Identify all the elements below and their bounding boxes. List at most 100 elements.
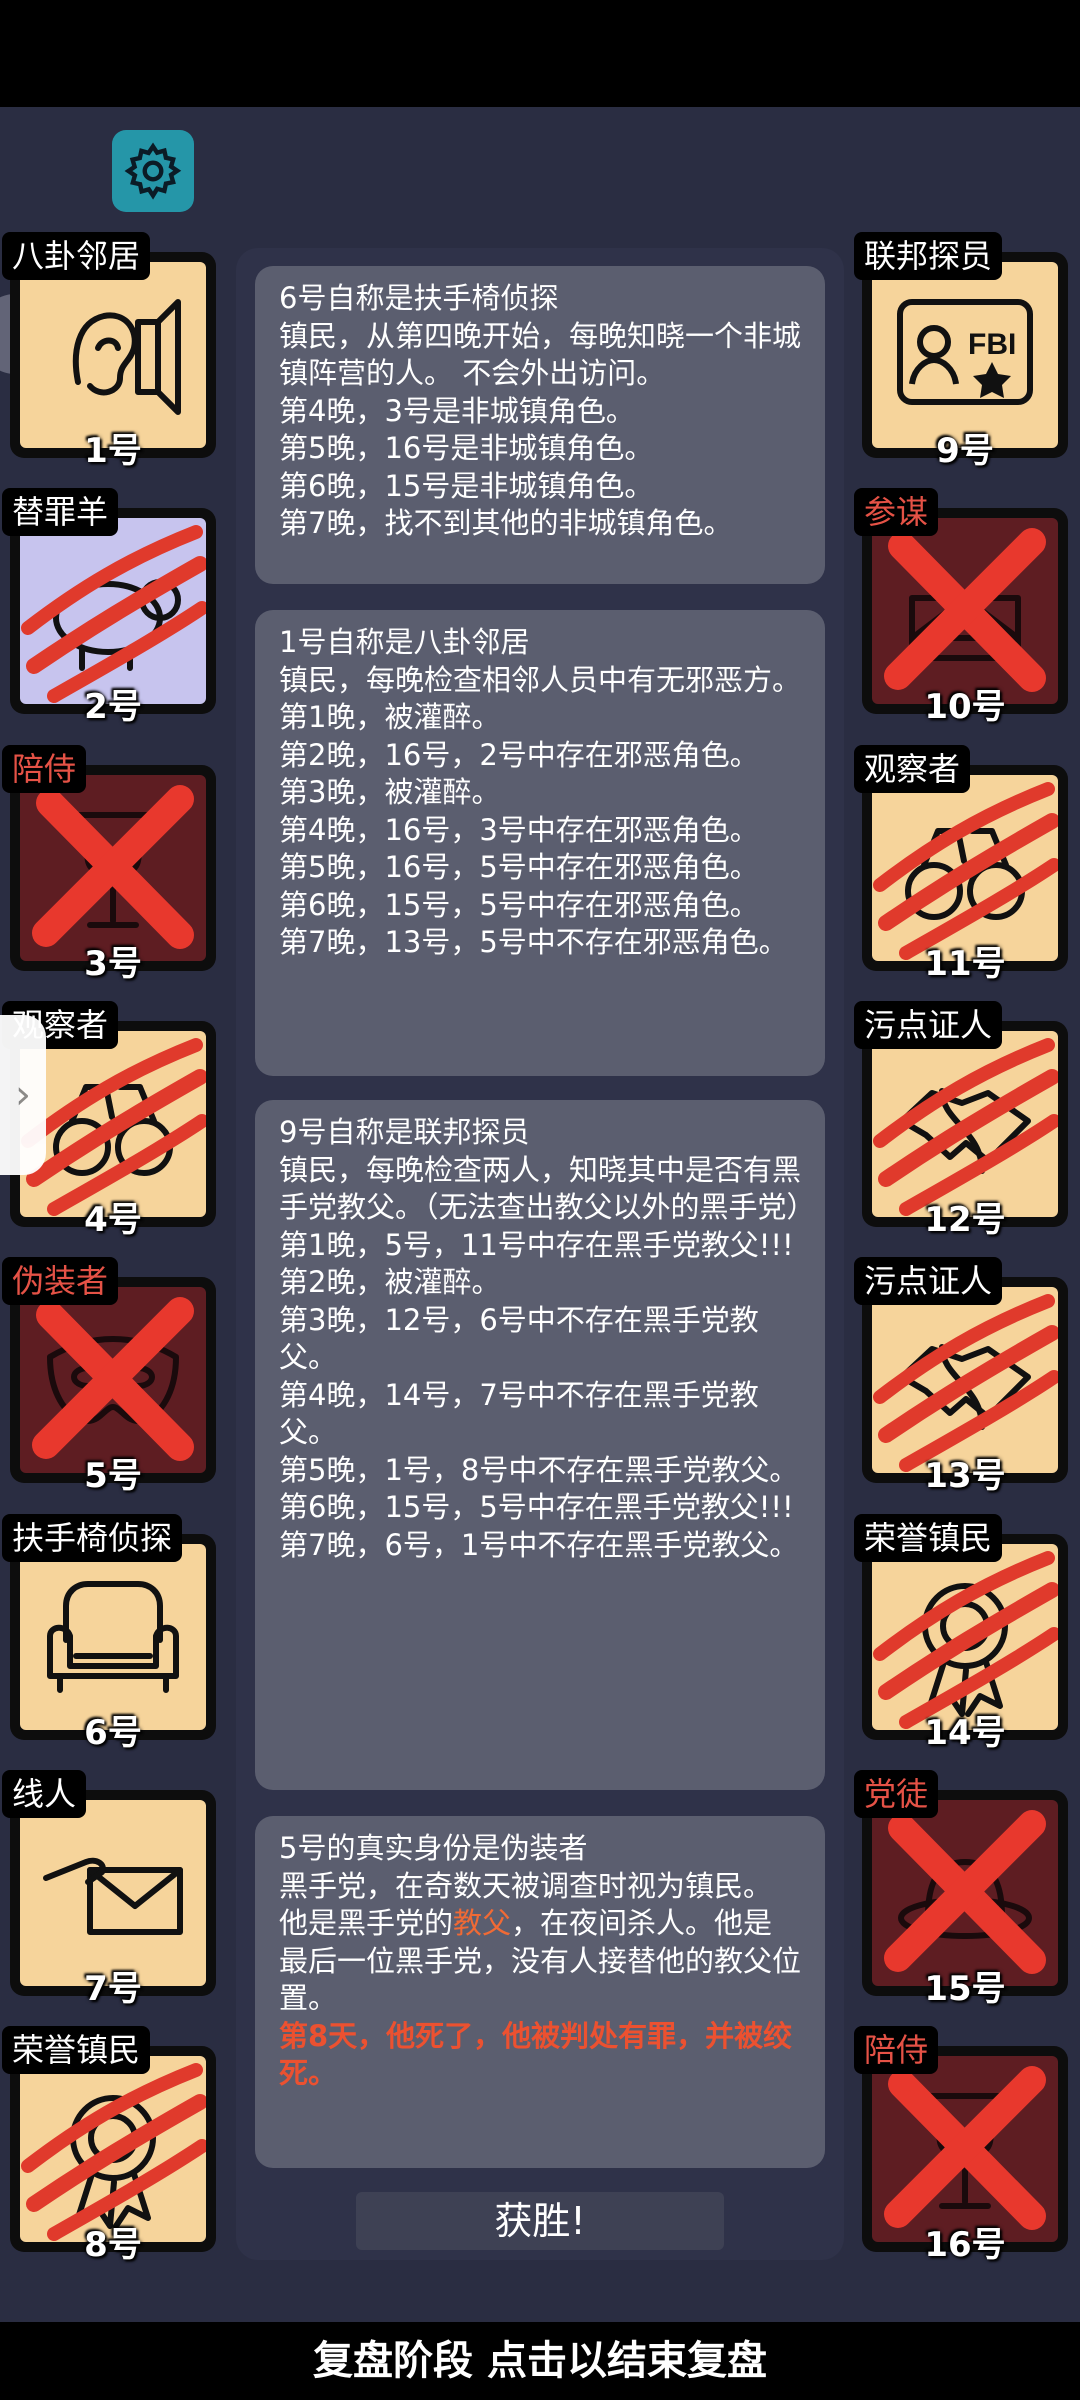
message-line: 镇民，每晚检查相邻人员中有无邪恶方。	[279, 662, 802, 697]
role-portrait	[20, 1287, 206, 1473]
player-number: 16号	[924, 2225, 1006, 2265]
settings-button[interactable]	[112, 130, 194, 212]
sheep-icon	[53, 579, 181, 671]
message-title: 1号自称是八卦邻居	[279, 625, 530, 659]
role-label: 八卦邻居	[2, 232, 151, 280]
role-portrait	[20, 518, 206, 704]
message-line: 第7晚，13号，5号中不存在邪恶角色。	[279, 925, 788, 959]
chevron-right-icon: ›	[15, 1072, 31, 1118]
player-card[interactable]: 线人 7号	[2, 1770, 216, 2009]
player-number: 4号	[84, 1200, 142, 1240]
player-number: 15号	[924, 1969, 1006, 2009]
player-number: 7号	[84, 1969, 142, 2009]
message-line: 第6晚，15号，5号中存在黑手党教父!!!	[279, 1490, 794, 1524]
player-number: 12号	[924, 1200, 1006, 1240]
hat-icon	[898, 1859, 1032, 1939]
role-label: 参谋	[854, 488, 939, 536]
message-line: 第3晚，被灌醉。	[279, 775, 501, 809]
message-line: 镇民，每晚检查两人，知晓其中是否有黑手党教父。（无法查出教父以外的黑手党）	[279, 1152, 816, 1225]
message-line: 第4晚，16号，3号中存在邪恶角色。	[279, 812, 759, 847]
player-number: 1号	[84, 431, 142, 471]
role-portrait	[20, 1544, 206, 1730]
claim-message-6: 6号自称是扶手椅侦探 镇民，从第四晚开始，每晚知晓一个非城镇阵营的人。 不会外出…	[255, 266, 825, 584]
player-card[interactable]: 污点证人 12号	[854, 1001, 1068, 1240]
role-portrait	[872, 1287, 1058, 1473]
handshake-icon	[899, 1088, 1031, 1174]
player-card[interactable]: 荣誉镇民 14号	[854, 1514, 1068, 1753]
message-line: 第1晚，5号，11号中存在黑手党教父!!!	[279, 1227, 794, 1262]
message-line: 第4晚，3号是非城镇角色。	[279, 393, 635, 428]
role-label: 线人	[2, 1770, 87, 1818]
message-line: 第4晚，14号，7号中不存在黑手党教父。	[279, 1377, 759, 1450]
victory-label: 获胜!	[356, 2192, 724, 2250]
player-number: 8号	[84, 2225, 142, 2265]
goblet-icon	[77, 812, 149, 928]
player-number: 11号	[924, 944, 1006, 984]
message-line: 第2晚，16号，2号中存在邪恶角色。	[279, 737, 759, 772]
player-number: 13号	[924, 1456, 1006, 1496]
mask-icon	[47, 1336, 179, 1424]
player-card[interactable]: 扶手椅侦探 6号	[2, 1514, 216, 1753]
message-line: 第5晚，1号，8号中不存在黑手党教父。	[279, 1452, 799, 1487]
death-notice: 第8天，他死了，他被判处有罪，并被绞死。	[279, 2018, 793, 2091]
role-label: 荣誉镇民	[2, 2026, 151, 2074]
message-line: 第1晚，被灌醉。	[279, 700, 501, 734]
ear-speaker-icon	[72, 299, 181, 415]
role-portrait: FBI	[872, 262, 1058, 448]
player-number: 9号	[936, 431, 994, 471]
role-label: 荣誉镇民	[854, 1514, 1003, 1562]
role-portrait	[872, 1031, 1058, 1217]
role-label: 观察者	[854, 745, 971, 793]
role-portrait	[20, 1031, 206, 1217]
player-card[interactable]: 污点证人 13号	[854, 1257, 1068, 1496]
message-title: 5号的真实身份是伪装者	[279, 1831, 588, 1865]
player-number: 6号	[84, 1713, 142, 1753]
message-line: 第3晚，12号，6号中不存在黑手党教父。	[279, 1302, 759, 1375]
side-drawer-handle[interactable]: ›	[0, 1015, 46, 1175]
player-number: 14号	[924, 1713, 1006, 1753]
message-title: 9号自称是联邦探员	[279, 1115, 530, 1149]
claim-message-9: 9号自称是联邦探员 镇民，每晚检查两人，知晓其中是否有黑手党教父。（无法查出教父…	[255, 1100, 825, 1790]
reveal-message-5: 5号的真实身份是伪装者 黑手党，在奇数天被调查时视为镇民。 他是黑手党的教父，在…	[255, 1816, 825, 2168]
role-label: 扶手椅侦探	[2, 1514, 183, 1562]
player-card[interactable]: 参谋 10号	[854, 488, 1068, 727]
role-portrait	[872, 1544, 1058, 1730]
player-number: 5号	[84, 1456, 142, 1496]
fbi-badge-icon: FBI	[897, 299, 1033, 405]
message-line: 第5晚，16号，5号中存在邪恶角色。	[279, 850, 759, 884]
player-card[interactable]: 观察者 11号	[854, 745, 1068, 984]
role-label: 党徒	[854, 1770, 939, 1818]
medal-icon	[70, 2095, 156, 2229]
message-line: 他是黑手党的教父，在夜间杀人。他是最后一位黑手党，没有人接替他的教父位置。	[279, 1905, 801, 2018]
message-line: 第7晚，6号，1号中不存在黑手党教父。	[279, 1527, 799, 1562]
role-portrait	[872, 518, 1058, 704]
message-line: 第2晚，被灌醉。	[279, 1265, 501, 1299]
player-card[interactable]: 伪装者 5号	[2, 1257, 216, 1496]
armchair-icon	[47, 1581, 179, 1693]
player-card[interactable]: 替罪羊 2号	[2, 488, 216, 727]
binoculars-icon	[53, 1084, 173, 1176]
role-portrait	[20, 262, 206, 448]
gear-icon	[124, 142, 182, 200]
player-card[interactable]: FBI 联邦探员 9号	[854, 232, 1068, 471]
role-portrait	[872, 775, 1058, 961]
svg-text:FBI: FBI	[968, 328, 1016, 361]
handshake-icon	[899, 1344, 1031, 1430]
player-card[interactable]: 陪侍 3号	[2, 745, 216, 984]
role-label: 陪侍	[2, 745, 87, 793]
player-card[interactable]: 陪侍 16号	[854, 2026, 1068, 2265]
role-label: 陪侍	[854, 2026, 939, 2074]
player-card[interactable]: 党徒 15号	[854, 1770, 1068, 2009]
end-review-button[interactable]: 复盘阶段 点击以结束复盘	[0, 2322, 1080, 2400]
status-bar	[0, 0, 1080, 107]
role-label: 伪装者	[2, 1257, 119, 1305]
message-line: 第7晚，找不到其他的非城镇角色。	[279, 506, 733, 540]
message-text: 他是黑手党的	[279, 1906, 454, 1940]
role-portrait	[872, 1800, 1058, 1986]
player-card[interactable]: 八卦邻居 1号	[2, 232, 216, 471]
role-label: 污点证人	[854, 1001, 1003, 1049]
player-number: 10号	[924, 687, 1006, 727]
message-line: 黑手党，在奇数天被调查时视为镇民。	[279, 1868, 773, 1903]
player-card[interactable]: 荣誉镇民 8号	[2, 2026, 216, 2265]
role-label: 替罪羊	[2, 488, 119, 536]
